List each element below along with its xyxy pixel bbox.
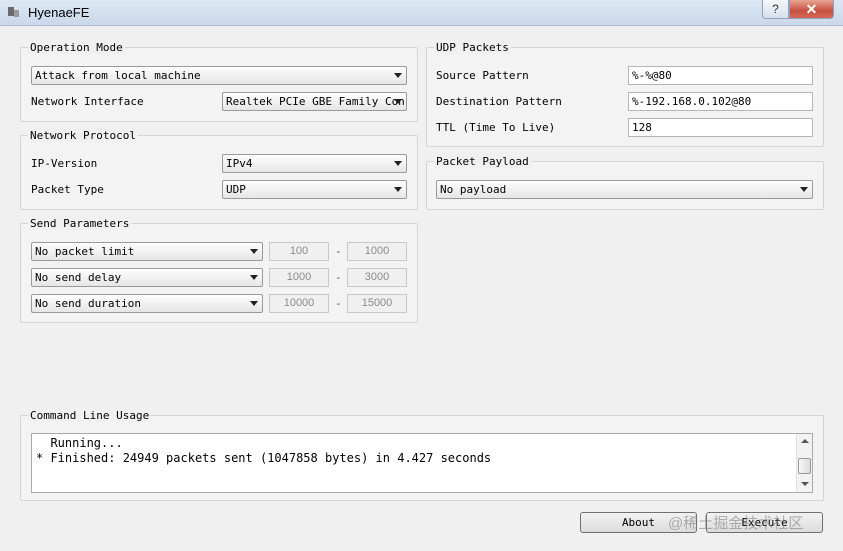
network-interface-value: Realtek PCIe GBE Family Con — [226, 95, 405, 108]
packet-payload-title: Packet Payload — [434, 155, 531, 168]
scroll-up-icon[interactable] — [801, 439, 809, 443]
command-line-title: Command Line Usage — [28, 409, 152, 422]
range-separator: - — [335, 297, 342, 310]
chevron-down-icon — [394, 99, 402, 104]
chevron-down-icon — [250, 301, 258, 306]
chevron-down-icon — [250, 249, 258, 254]
vertical-scrollbar[interactable] — [796, 434, 812, 492]
send-delay-select[interactable]: No send delay — [31, 268, 263, 287]
chevron-down-icon — [800, 187, 808, 192]
packet-limit-select[interactable]: No packet limit — [31, 242, 263, 261]
chevron-down-icon — [394, 73, 402, 78]
destination-pattern-input[interactable]: %-192.168.0.102@80 — [628, 92, 813, 111]
packet-type-value: UDP — [226, 183, 246, 196]
scroll-thumb[interactable] — [798, 458, 811, 474]
packet-limit-min-field[interactable]: 100 — [269, 242, 329, 261]
network-protocol-title: Network Protocol — [28, 129, 138, 142]
output-line-finished: * Finished: 24949 packets sent (1047858 … — [36, 451, 492, 465]
packet-type-select[interactable]: UDP — [222, 180, 407, 199]
network-interface-select[interactable]: Realtek PCIe GBE Family Con — [222, 92, 407, 111]
ip-version-select[interactable]: IPv4 — [222, 154, 407, 173]
send-delay-min-field[interactable]: 1000 — [269, 268, 329, 287]
packet-payload-value: No payload — [440, 183, 507, 196]
send-duration-max-field[interactable]: 15000 — [347, 294, 407, 313]
packet-limit-max-field[interactable]: 1000 — [347, 242, 407, 261]
send-duration-value: No send duration — [35, 297, 141, 310]
destination-pattern-label: Destination Pattern — [436, 95, 562, 108]
udp-packets-title: UDP Packets — [434, 41, 511, 54]
range-separator: - — [335, 245, 342, 258]
packet-payload-select[interactable]: No payload — [436, 180, 813, 199]
title-bar — [0, 0, 843, 26]
output-line-running: Running... — [36, 436, 123, 450]
ttl-input[interactable]: 128 — [628, 118, 813, 137]
chevron-down-icon — [394, 161, 402, 166]
operation-mode-select[interactable]: Attack from local machine — [31, 66, 407, 85]
send-delay-value: No send delay — [35, 271, 122, 284]
watermark: @稀土掘金技术社区 — [668, 515, 804, 532]
app-icon — [8, 7, 19, 17]
operation-mode-value: Attack from local machine — [35, 69, 201, 82]
range-separator: - — [335, 271, 342, 284]
help-button[interactable]: ? — [762, 0, 789, 19]
source-pattern-input[interactable]: %-%@80 — [628, 66, 813, 85]
send-parameters-title: Send Parameters — [28, 217, 132, 230]
send-duration-min-field[interactable]: 10000 — [269, 294, 329, 313]
operation-mode-title: Operation Mode — [28, 41, 125, 54]
ttl-label: TTL (Time To Live) — [436, 121, 556, 134]
packet-type-label: Packet Type — [31, 183, 104, 196]
chevron-down-icon — [394, 187, 402, 192]
scroll-down-icon[interactable] — [801, 482, 809, 486]
command-line-output[interactable]: Running... * Finished: 24949 packets sen… — [31, 433, 813, 493]
network-interface-label: Network Interface — [31, 95, 144, 108]
window-title: HyenaeFE — [28, 5, 90, 20]
chevron-down-icon — [250, 275, 258, 280]
send-duration-select[interactable]: No send duration — [31, 294, 263, 313]
send-delay-max-field[interactable]: 3000 — [347, 268, 407, 287]
source-pattern-label: Source Pattern — [436, 69, 529, 82]
packet-limit-value: No packet limit — [35, 245, 135, 258]
ip-version-label: IP-Version — [31, 157, 98, 170]
close-button[interactable]: ✕ — [789, 0, 834, 19]
ip-version-value: IPv4 — [226, 157, 253, 170]
